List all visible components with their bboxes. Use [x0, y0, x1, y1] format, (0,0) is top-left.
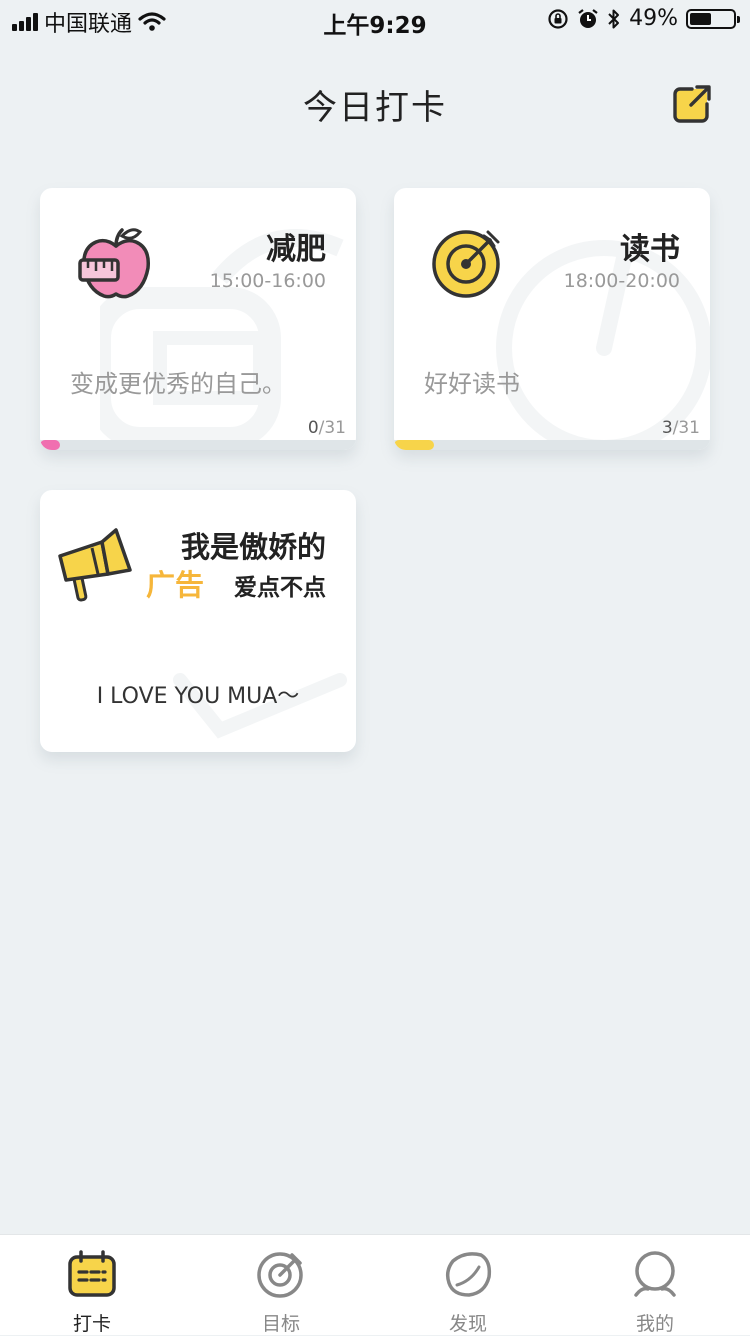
tab-goals[interactable]: 目标 — [221, 1235, 341, 1335]
page-title: 今日打卡 — [303, 88, 447, 128]
target-dart-icon — [432, 230, 500, 298]
card-description: 变成更优秀的自己。 — [70, 370, 286, 398]
rotation-lock-icon — [548, 8, 568, 29]
card-title: 减肥 — [266, 232, 326, 267]
card-time: 18:00-20:00 — [563, 270, 680, 292]
card-description: 好好读书 — [424, 370, 520, 398]
ad-slogan: I LOVE YOU MUA～ — [96, 684, 300, 709]
planet-icon — [445, 1252, 492, 1297]
count-done: 0 — [307, 418, 319, 438]
tab-label: 打卡 — [72, 1313, 111, 1335]
battery-percent: 49% — [629, 6, 678, 31]
apple-tape-measure-icon — [78, 228, 150, 299]
bluetooth-icon — [608, 9, 620, 28]
tab-label: 发现 — [448, 1313, 487, 1335]
card-title: 读书 — [620, 232, 680, 267]
user-icon — [634, 1251, 676, 1297]
card-count: 3/31 — [662, 418, 700, 438]
count-total: /31 — [318, 418, 346, 438]
target-icon — [257, 1252, 303, 1298]
status-right: 49% — [547, 6, 740, 31]
ad-card[interactable]: 我是傲娇的 广告 爱点不点 I LOVE YOU MUA～ — [40, 490, 356, 752]
habit-card-weight-loss[interactable]: 减肥 15:00-16:00 变成更优秀的自己。 0/31 — [40, 188, 356, 450]
progress-track — [394, 440, 710, 450]
tab-discover[interactable]: 发现 — [408, 1235, 528, 1335]
tab-label: 目标 — [261, 1313, 300, 1335]
share-out-icon[interactable] — [670, 82, 714, 126]
megaphone-icon — [58, 528, 132, 602]
battery-icon — [686, 8, 740, 29]
progress-track — [40, 440, 356, 450]
card-count: 0/31 — [308, 418, 346, 438]
ad-subline: 爱点不点 — [234, 575, 326, 601]
progress-bar — [40, 440, 60, 450]
status-bar: 中国联通 上午9:29 49% — [0, 0, 750, 40]
ad-highlight-word: 广告 — [146, 568, 205, 602]
progress-bar — [394, 440, 434, 450]
count-done: 3 — [661, 418, 673, 438]
count-total: /31 — [672, 418, 700, 438]
tab-label: 我的 — [635, 1313, 674, 1335]
tab-bar: 打卡 目标 发现 我的 — [0, 1234, 750, 1335]
calendar-checkin-icon — [68, 1250, 116, 1297]
tab-checkin[interactable]: 打卡 — [32, 1235, 152, 1335]
ad-headline: 我是傲娇的 — [180, 530, 326, 564]
alarm-icon — [578, 8, 598, 28]
habit-card-reading[interactable]: 读书 18:00-20:00 好好读书 3/31 — [394, 188, 710, 450]
card-time: 15:00-16:00 — [209, 270, 326, 292]
tab-mine[interactable]: 我的 — [595, 1235, 715, 1335]
